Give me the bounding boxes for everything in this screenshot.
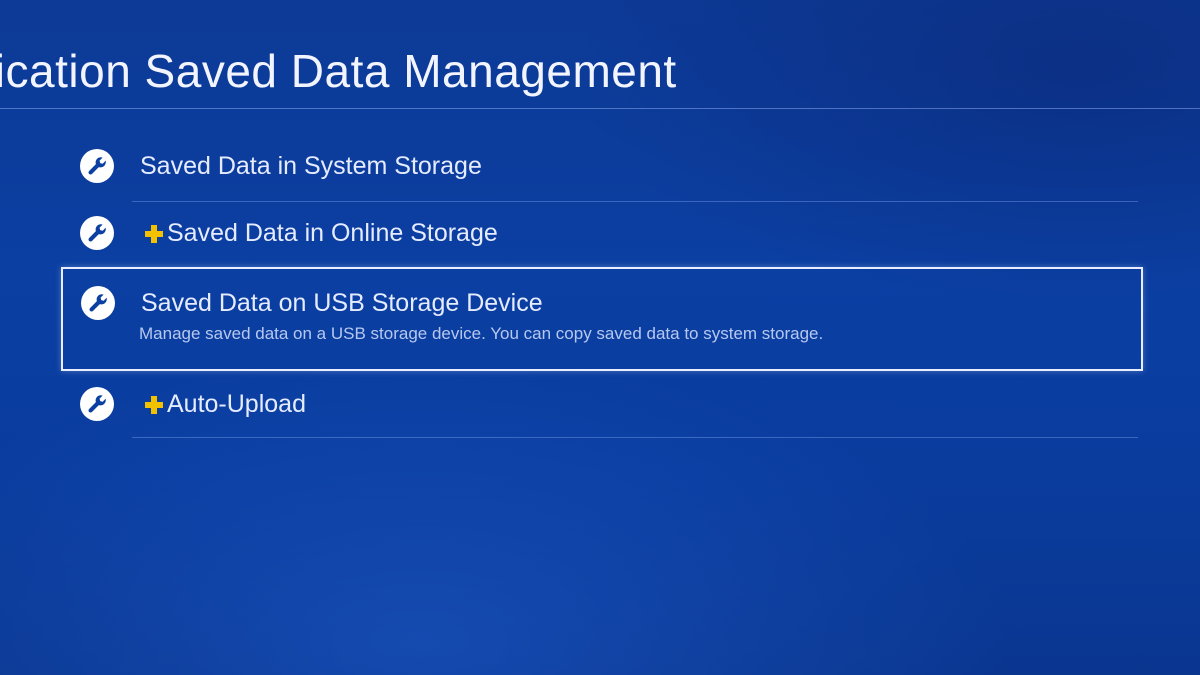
row-divider <box>132 437 1138 438</box>
menu-item-usb-storage[interactable]: Saved Data on USB Storage Device Manage … <box>61 267 1143 371</box>
menu-item-label: Auto-Upload <box>140 390 306 419</box>
menu-item-description: Manage saved data on a USB storage devic… <box>139 324 824 343</box>
wrench-icon <box>80 216 114 250</box>
wrench-icon <box>80 149 114 183</box>
menu-item-system-storage[interactable]: Saved Data in System Storage <box>62 135 1142 202</box>
title-divider <box>0 108 1200 109</box>
menu-item-label: Saved Data in System Storage <box>140 152 482 180</box>
wrench-icon <box>80 387 114 421</box>
menu-item-auto-upload[interactable]: Auto-Upload <box>62 371 1142 438</box>
ps-plus-icon <box>145 224 163 243</box>
menu-item-online-storage[interactable]: Saved Data in Online Storage <box>62 202 1142 269</box>
page-title: plication Saved Data Management <box>0 45 677 97</box>
wrench-icon <box>81 286 115 320</box>
menu-item-label: Saved Data in Online Storage <box>140 219 498 248</box>
menu-item-label: Saved Data on USB Storage Device <box>141 289 543 317</box>
ps-plus-icon <box>145 395 163 414</box>
